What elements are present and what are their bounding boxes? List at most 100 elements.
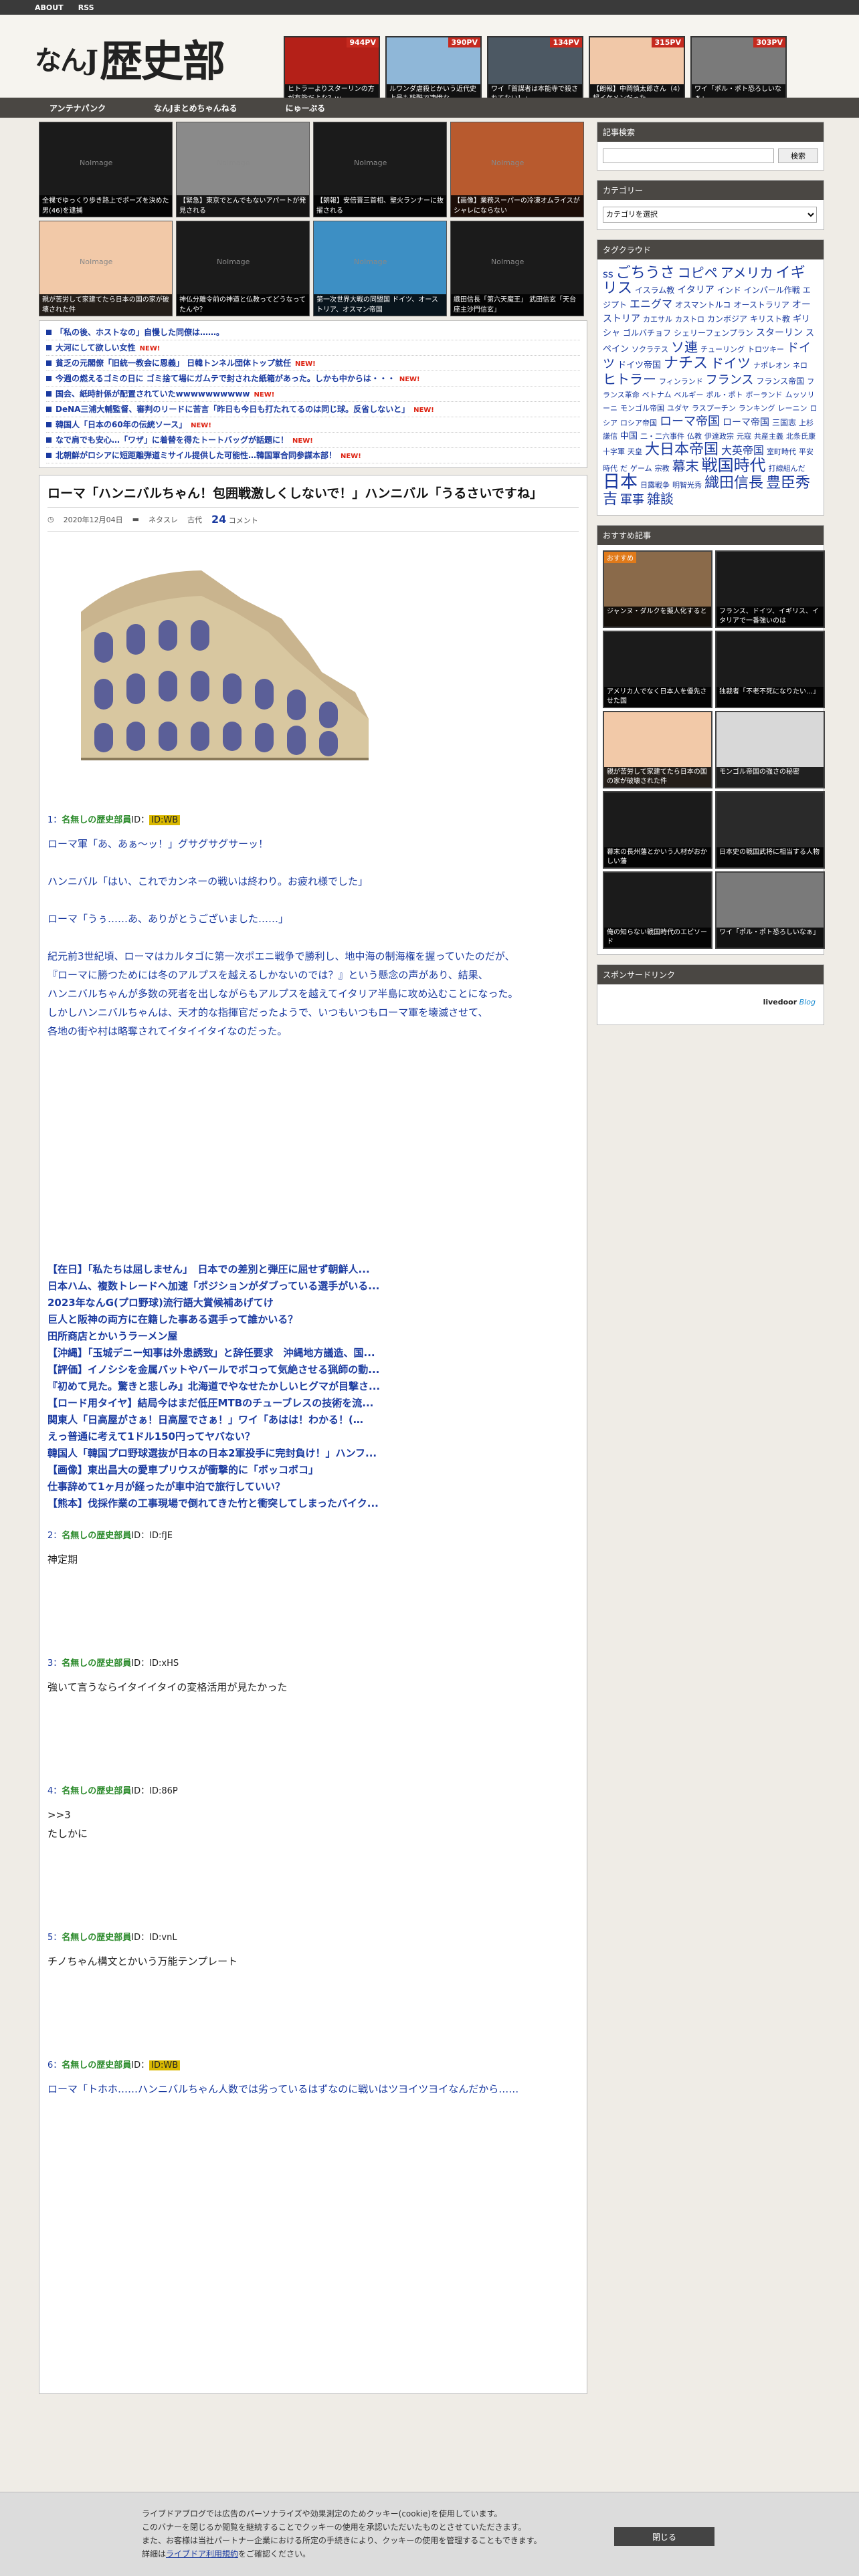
comment-count[interactable]: 24 bbox=[211, 513, 226, 526]
tag-link[interactable]: 伊達政宗 bbox=[704, 432, 734, 441]
tag-link[interactable]: トロツキー bbox=[747, 345, 784, 354]
livedoor-logo[interactable]: livedoor bbox=[763, 998, 797, 1006]
category-link[interactable]: 古代 bbox=[187, 514, 202, 525]
recommend-item[interactable]: 日本史の戦国武将に相当する人物 bbox=[715, 791, 825, 869]
tag-link[interactable]: ドイツ帝国 bbox=[617, 360, 661, 370]
tag-link[interactable]: ボル・ポト bbox=[706, 391, 743, 399]
tag-link[interactable]: ナポレオン bbox=[753, 361, 790, 370]
tag-link[interactable]: フランス帝国 bbox=[756, 377, 804, 386]
ranking-item[interactable]: 303PVワイ「ポル・ポト恐ろしいなぁ」 bbox=[690, 36, 787, 106]
tag-link[interactable]: レーニン bbox=[777, 404, 807, 413]
recommend-item[interactable]: 独裁者「不老不死になりたい…」 bbox=[715, 631, 825, 708]
recommend-item[interactable]: 俺の知らない戦国時代のエピソード bbox=[603, 871, 712, 949]
news-item[interactable]: DeNA三浦大輔監督、審判のリードに苦言「昨日も今日も打たれてるのは同じ球。反省… bbox=[46, 402, 580, 417]
related-link[interactable]: 『初めて見た。驚きと悲しみ』北海道でやなせたかしいヒグマが目撃さ... bbox=[47, 1378, 579, 1395]
tag-link[interactable]: 元寇 bbox=[737, 432, 751, 441]
featured-tile[interactable]: NoImage 親が苦労して家建てたら日本の国の家が破壊された件 bbox=[39, 221, 173, 316]
ranking-item[interactable]: 134PVワイ「首謀者は本能寺で殺されてない！」 bbox=[487, 36, 583, 106]
tag-link[interactable]: オスマントルコ bbox=[675, 300, 731, 310]
ranking-item[interactable]: 944PVヒトラーよりスターリンの方が有能だよな？ｗ bbox=[284, 36, 380, 106]
tag-link[interactable]: シェリーフェンプラン bbox=[674, 328, 753, 338]
tag-link[interactable]: 十字軍 bbox=[603, 447, 625, 456]
about-link[interactable]: ABOUT bbox=[35, 3, 64, 12]
tag-link[interactable]: オーストラリア bbox=[733, 300, 789, 310]
tag-link[interactable]: インド bbox=[717, 286, 741, 295]
nav-link[interactable]: アンテナパンク bbox=[50, 102, 106, 114]
tag-link[interactable]: ナチス bbox=[664, 355, 708, 372]
tag-link[interactable]: ベトナム bbox=[642, 391, 672, 399]
tag-link[interactable]: チューリング bbox=[700, 345, 745, 354]
ranking-item[interactable]: 390PVルワンダ虐殺とかいう近代史上最も残酷で凄惨な… bbox=[385, 36, 482, 106]
related-link[interactable]: 田所商店とかいうラーメン屋 bbox=[47, 1328, 579, 1345]
featured-tile[interactable]: NoImage 第一次世界大戦の同盟国 ドイツ、オーストリア、オスマン帝国 bbox=[313, 221, 447, 316]
related-link[interactable]: 【沖縄】「玉城デニー知事は外患誘致」と辞任要求 沖縄地方議造、国... bbox=[47, 1345, 579, 1362]
related-link[interactable]: 2023年なんG(プロ野球)流行語大賞候補あげてけ bbox=[47, 1295, 579, 1311]
nav-link[interactable]: なんJまとめちゃんねる bbox=[154, 102, 237, 114]
recommend-item[interactable]: フランス、ドイツ、イギリス、イタリアで一番強いのは bbox=[715, 550, 825, 628]
tag-link[interactable]: フランス bbox=[706, 373, 754, 387]
tag-link[interactable]: 織田信長 bbox=[704, 475, 763, 492]
related-link[interactable]: 日本ハム、複数トレードへ加速「ポジションがダブっている選手がいる... bbox=[47, 1278, 579, 1295]
related-link[interactable]: 仕事辞めて1ヶ月が経ったが車中泊で旅行していい？ bbox=[47, 1479, 579, 1495]
tag-link[interactable]: 幕末 bbox=[672, 458, 699, 474]
tag-link[interactable]: モンゴル帝国 bbox=[620, 404, 664, 413]
tag-link[interactable]: ドイツ bbox=[710, 355, 751, 371]
tag-link[interactable]: ベルギー bbox=[674, 391, 703, 399]
comment-number[interactable]: 2： bbox=[47, 1531, 62, 1541]
comment-number[interactable]: 4： bbox=[47, 1786, 62, 1796]
recommend-item[interactable]: モンゴル帝国の強さの秘密 bbox=[715, 711, 825, 788]
featured-tile[interactable]: NoImage 【緊急】東京でとんでもないアパートが発見される bbox=[176, 122, 310, 217]
tag-link[interactable]: カストロ bbox=[675, 315, 704, 324]
tag-link[interactable]: ヒトラー bbox=[603, 371, 656, 387]
rss-link[interactable]: RSS bbox=[78, 3, 94, 12]
news-item[interactable]: 大河にして欲しい女性 NEW! bbox=[46, 340, 580, 356]
news-item[interactable]: 「私の後、ホストなの」自慢した同僚は……。 bbox=[46, 325, 580, 340]
recommend-item[interactable]: ワイ「ポル・ポト恐ろしいなぁ」 bbox=[715, 871, 825, 949]
related-link[interactable]: えっ普通に考えて1ドル150円ってヤバない？ bbox=[47, 1428, 579, 1445]
related-link[interactable]: 巨人と阪神の両方に在籍した事ある選手って誰かいる？ bbox=[47, 1311, 579, 1328]
category-link[interactable]: ネタスレ bbox=[149, 514, 178, 525]
tag-link[interactable]: ごちうさ bbox=[616, 265, 675, 282]
news-item[interactable]: なで肩でも安心…「ワザ」に着替を得たトートバッグが話題に！ NEW! bbox=[46, 433, 580, 448]
featured-tile[interactable]: NoImage 【朗報】安倍晋三首相、聖火ランナーに抜擢される bbox=[313, 122, 447, 217]
category-select[interactable]: カテゴリを選択 bbox=[603, 207, 817, 223]
tag-link[interactable]: 大英帝国 bbox=[721, 444, 764, 457]
site-logo[interactable]: なんJ 歴史部 bbox=[35, 28, 276, 88]
tag-link[interactable]: スターリン bbox=[756, 328, 803, 338]
tag-link[interactable]: イタリア bbox=[677, 285, 714, 296]
tag-link[interactable]: ランキング bbox=[739, 404, 775, 413]
tag-link[interactable]: 室町時代 bbox=[767, 447, 796, 456]
featured-tile[interactable]: NoImage 織田信長「第六天魔王」 武田信玄「天台座主沙門信玄」 bbox=[450, 221, 584, 316]
news-item[interactable]: 北朝鮮がロシアに短距離弾道ミサイル提供した可能性…韓国軍合同参謀本部！ NEW! bbox=[46, 448, 580, 463]
tag-link[interactable]: コピペ bbox=[678, 265, 718, 281]
related-link[interactable]: 【熊本】伐採作業の工事現場で倒れてきた竹と衝突してしまったバイク... bbox=[47, 1495, 579, 1512]
ranking-item[interactable]: 315PV【朗報】中岡慎太郎さん（4）超イケメンだった bbox=[589, 36, 685, 106]
tag-link[interactable]: フィンランド bbox=[659, 377, 703, 386]
tag-link[interactable]: 明智光秀 bbox=[672, 481, 702, 490]
tag-link[interactable]: イスラム教 bbox=[635, 286, 674, 295]
tag-link[interactable]: 雑談 bbox=[647, 491, 674, 507]
tag-link[interactable]: 二・二六事件 bbox=[640, 432, 684, 441]
comment-number[interactable]: 5： bbox=[47, 1933, 62, 1943]
related-link[interactable]: 【ロード用タイヤ】結局今はまだ低圧MTBのチューブレスの技術を流... bbox=[47, 1395, 579, 1412]
tag-link[interactable]: 北条氏康 bbox=[786, 432, 816, 441]
related-link[interactable]: 関東人「日高屋がさぁ！日高屋でさぁ！」ワイ「あはは！わかる！(… bbox=[47, 1412, 579, 1428]
tag-link[interactable]: キリスト教 bbox=[750, 314, 790, 324]
tag-link[interactable]: ソクラテス bbox=[632, 345, 668, 354]
recommend-item[interactable]: 幕末の長州藩とかいう人材がおかしい藩 bbox=[603, 791, 712, 869]
tag-link[interactable]: カエサル bbox=[643, 315, 672, 324]
related-link[interactable]: 【画像】東出昌大の愛車プリウスが衝撃的に「ボッコボコ」 bbox=[47, 1462, 579, 1479]
comment-number[interactable]: 1： bbox=[47, 815, 62, 825]
tag-link[interactable]: ローマ帝国 bbox=[723, 417, 769, 428]
tag-link[interactable]: ソ連 bbox=[671, 339, 698, 355]
news-item[interactable]: 韓国人「日本の60年の伝統ソース」 NEW! bbox=[46, 417, 580, 433]
tag-link[interactable]: ラスプーチン bbox=[692, 404, 736, 413]
tag-link[interactable]: ローマ帝国 bbox=[660, 415, 720, 429]
tag-link[interactable]: アメリカ bbox=[721, 265, 773, 281]
tag-link[interactable]: 日露戦争 bbox=[640, 481, 670, 490]
recommend-item[interactable]: おすすめ ジャンヌ・ダルクを擬人化すると bbox=[603, 550, 712, 628]
featured-tile[interactable]: NoImage 【画像】業務スーパーの冷凍オムライスがシャレにならない bbox=[450, 122, 584, 217]
tag-link[interactable]: 三国志 bbox=[772, 418, 796, 427]
tag-link[interactable]: ゴルバチョフ bbox=[623, 328, 671, 338]
featured-tile[interactable]: NoImage 全裸でゆっくり歩き路上でポーズを決めた男(46)を逮捕 bbox=[39, 122, 173, 217]
